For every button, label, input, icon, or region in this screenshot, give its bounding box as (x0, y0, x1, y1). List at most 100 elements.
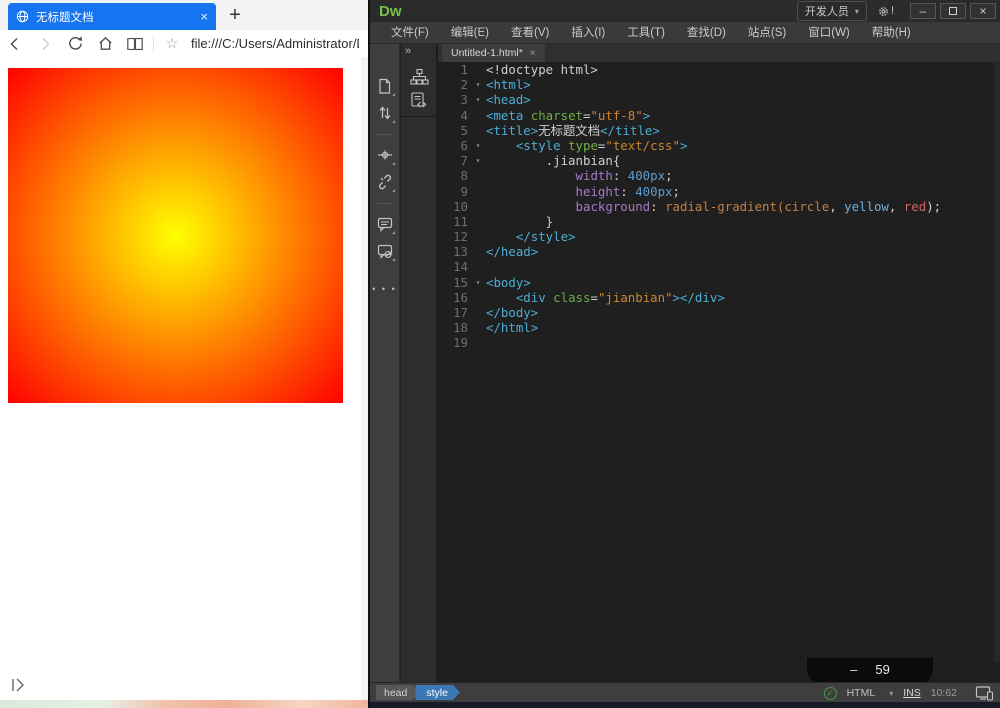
toolbar-divider (376, 134, 393, 135)
fold-gutter (470, 168, 486, 183)
fold-gutter (470, 244, 486, 259)
line-number: 15 (453, 274, 468, 290)
sync-settings-button[interactable]: ! (877, 5, 894, 18)
menu-item-7[interactable]: 窗口(W) (797, 22, 861, 44)
code-line-3[interactable]: 3 ▾ <head> (438, 92, 1000, 107)
dw-titlebar: Dw 开发人员 ▾ ! – × (370, 0, 1000, 22)
tab-close-icon[interactable]: × (200, 9, 208, 24)
menu-item-2[interactable]: 查看(V) (500, 22, 560, 44)
tag-selector-style[interactable]: style (415, 685, 460, 700)
code-line-10[interactable]: 10 background: radial-gradient(circle, y… (438, 199, 1000, 214)
doctype-dropdown[interactable]: HTML ▾ (847, 687, 894, 699)
code-line-15[interactable]: 15 ▾ <body> (438, 275, 1000, 290)
code-lines[interactable]: 1 <!doctype html> 2 ▾ <html> 3 ▾ <head> 4 <meta c… (438, 62, 1000, 662)
fold-arrow-icon[interactable]: ▾ (470, 275, 486, 290)
code-text: <title>无标题文档</title> (486, 122, 660, 138)
code-line-6[interactable]: 6 ▾ <style type="text/css"> (438, 138, 1000, 153)
line-number: 2 (460, 77, 468, 93)
browser-tab[interactable]: 无标题文档 × (8, 3, 216, 30)
dreamweaver-window: Dw 开发人员 ▾ ! – × 文件(F) 编辑(E) 查看(V) 插入(I) … (368, 0, 1000, 708)
code-line-8[interactable]: 8 width: 400px; (438, 168, 1000, 183)
device-preview-icon[interactable] (975, 685, 994, 701)
code-line-1[interactable]: 1 <!doctype html> (438, 62, 1000, 77)
dw-bottom-edge (370, 702, 1000, 708)
code-line-14[interactable]: 14 (438, 259, 1000, 274)
menu-item-1[interactable]: 编辑(E) (440, 22, 500, 44)
dw-menubar: 文件(F) 编辑(E) 查看(V) 插入(I) 工具(T) 查找(D) 站点(S) 窗口(W)… (370, 22, 1000, 44)
code-line-12[interactable]: 12 </style> (438, 229, 1000, 244)
line-number: 10 (453, 198, 468, 214)
menu-item-5[interactable]: 查找(D) (676, 22, 737, 44)
code-text: </style> (515, 229, 576, 245)
sidebar-expander-icon[interactable] (10, 675, 28, 695)
fold-gutter (470, 184, 486, 199)
fold-gutter (470, 229, 486, 244)
close-button[interactable]: × (970, 3, 996, 19)
back-icon[interactable] (0, 32, 30, 56)
maximize-button[interactable] (940, 3, 966, 19)
code-line-5[interactable]: 5 <title>无标题文档</title> (438, 123, 1000, 138)
code-line-17[interactable]: 17 </body> (438, 305, 1000, 320)
line-number: 1 (460, 62, 468, 77)
workspace-switcher-button[interactable]: 开发人员 ▾ (796, 1, 867, 21)
code-line-4[interactable]: 4 <meta charset="utf-8"> (438, 108, 1000, 123)
fold-arrow-icon[interactable]: ▾ (470, 77, 486, 92)
navbar-divider (153, 35, 154, 52)
insert-mode-indicator[interactable]: INS (903, 687, 921, 699)
expand-panels-icon[interactable]: » (405, 45, 411, 57)
apply-comment-icon[interactable] (373, 212, 397, 236)
code-line-19[interactable]: 19 (438, 335, 1000, 350)
menu-item-0[interactable]: 文件(F) (380, 22, 440, 44)
tag-selector-head[interactable]: head (376, 685, 419, 700)
document-tab[interactable]: Untitled-1.html* × (442, 44, 545, 62)
dom-panel-icon[interactable] (409, 66, 430, 87)
fold-arrow-icon[interactable]: ▾ (470, 153, 486, 168)
new-tab-button[interactable]: + (222, 2, 248, 28)
snippets-panel-icon[interactable] (409, 90, 430, 111)
customize-toolbar-icon[interactable]: • • • (372, 284, 396, 294)
code-editor[interactable]: Untitled-1.html* × 1 <!doctype html> 2 ▾ <ht… (438, 44, 1000, 685)
menu-item-6[interactable]: 站点(S) (737, 22, 797, 44)
menu-item-3[interactable]: 插入(I) (560, 22, 616, 44)
menu-item-4[interactable]: 工具(T) (616, 22, 676, 44)
menu-item-8[interactable]: 帮助(H) (861, 22, 922, 44)
code-line-13[interactable]: 13 </head> (438, 244, 1000, 259)
forward-icon[interactable] (30, 32, 60, 56)
remove-comment-icon[interactable] (373, 239, 397, 263)
code-line-11[interactable]: 11 } (438, 214, 1000, 229)
line-number: 7 (460, 153, 468, 169)
code-line-7[interactable]: 7 ▾ .jianbian{ (438, 153, 1000, 168)
home-icon[interactable] (90, 32, 120, 56)
fold-arrow-icon[interactable]: ▾ (470, 138, 486, 153)
open-documents-icon[interactable] (373, 74, 397, 98)
browser-scrollbar[interactable] (361, 57, 368, 700)
code-line-9[interactable]: 9 height: 400px; (438, 184, 1000, 199)
document-tab-close-icon[interactable]: × (530, 48, 536, 59)
chevron-down-icon: ▾ (889, 688, 894, 698)
chevron-down-icon: ▾ (854, 6, 859, 16)
refresh-icon[interactable] (60, 32, 90, 56)
code-text: </head> (486, 244, 539, 260)
code-line-2[interactable]: 2 ▾ <html> (438, 77, 1000, 92)
fold-gutter (470, 290, 486, 305)
browser-navbar: ☆ file:///C:/Users/Administrator/D (0, 30, 368, 57)
fold-arrow-icon[interactable]: ▾ (470, 92, 486, 107)
dw-common-toolbar: • • • (370, 44, 400, 682)
line-number: 9 (460, 183, 468, 199)
file-management-icon[interactable] (373, 101, 397, 125)
code-text: <!doctype html> (486, 62, 598, 77)
address-bar[interactable]: file:///C:/Users/Administrator/D (191, 36, 359, 51)
code-text: .jianbian{ (486, 153, 621, 169)
code-line-18[interactable]: 18 </html> (438, 320, 1000, 335)
live-view-options-icon[interactable] (373, 143, 397, 167)
line-number: 8 (460, 168, 468, 184)
bookmark-star-icon[interactable]: ☆ (157, 32, 187, 56)
reading-list-icon[interactable] (120, 32, 150, 56)
editor-scrollbar[interactable] (994, 62, 1000, 662)
browser-window: 无标题文档 × + ☆ file:///C:/Users/Administrat… (0, 0, 368, 700)
line-number: 12 (453, 229, 468, 245)
lint-ok-icon: ✓ (823, 686, 837, 700)
code-line-16[interactable]: 16 <div class="jianbian"></div> (438, 290, 1000, 305)
minimize-button[interactable]: – (910, 3, 936, 19)
unlink-icon[interactable] (373, 170, 397, 194)
